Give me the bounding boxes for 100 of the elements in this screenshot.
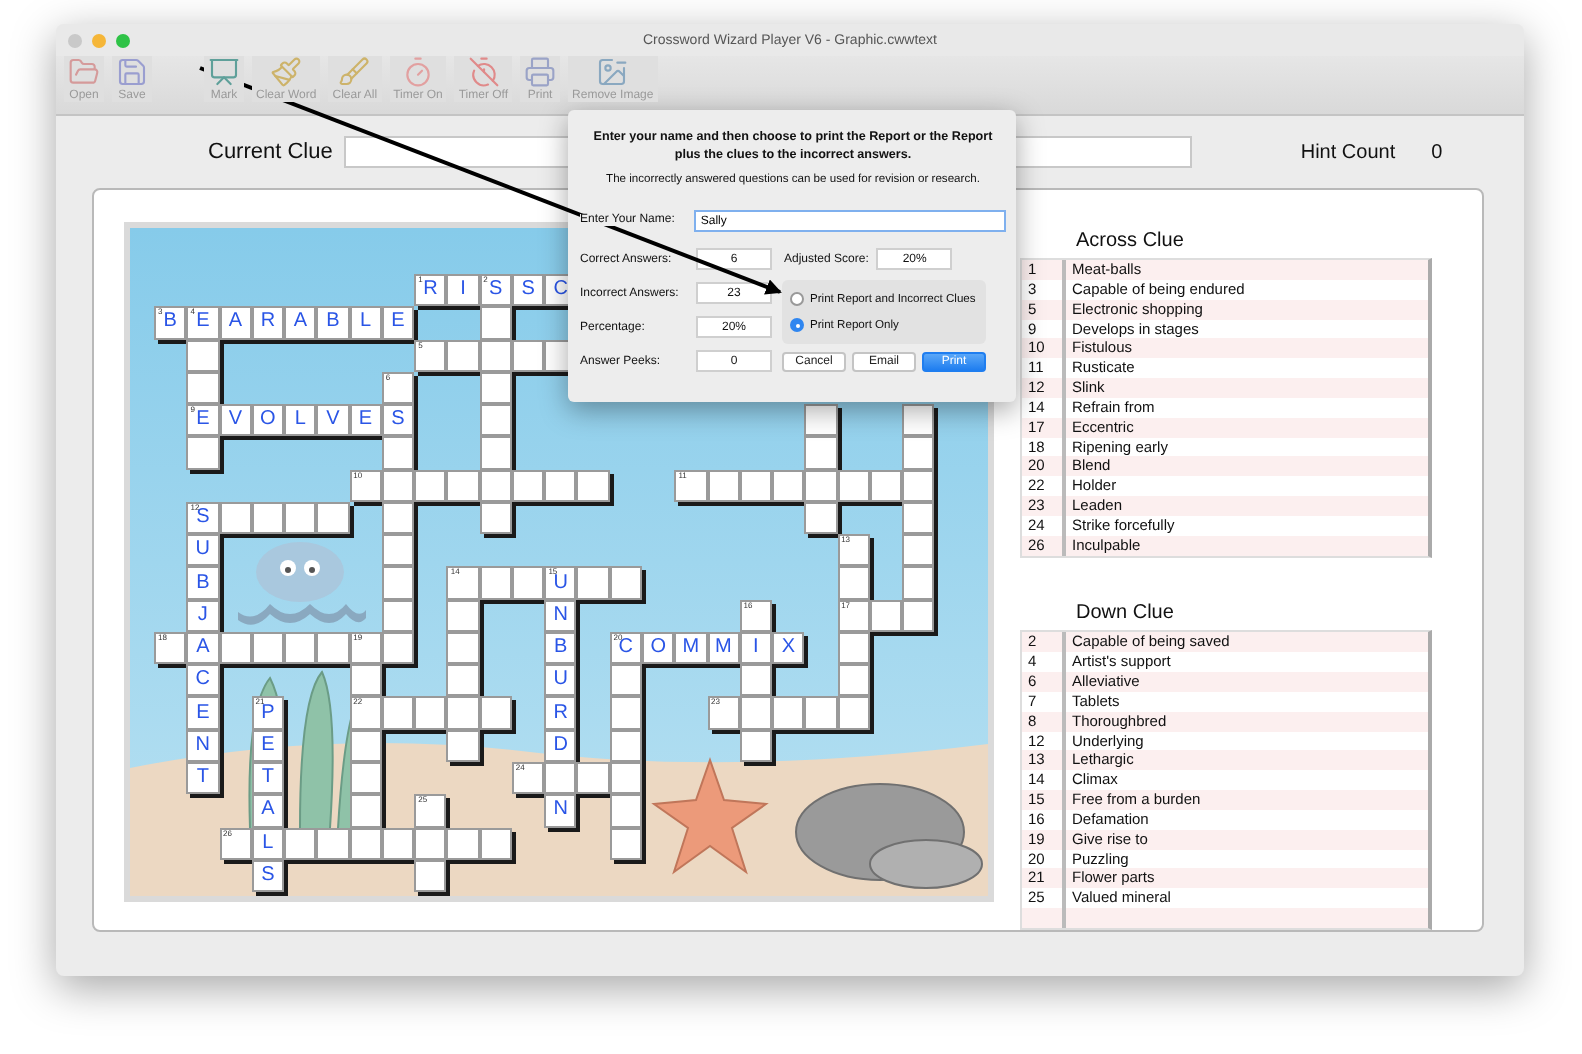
grid-cell[interactable] bbox=[544, 469, 577, 502]
grid-cell[interactable] bbox=[186, 436, 220, 470]
grid-cell[interactable] bbox=[446, 664, 480, 697]
grid-cell[interactable]: B bbox=[186, 566, 220, 600]
grid-cell[interactable] bbox=[804, 696, 838, 730]
grid-cell[interactable] bbox=[414, 696, 447, 730]
grid-cell[interactable] bbox=[284, 827, 317, 860]
grid-cell[interactable] bbox=[414, 469, 447, 502]
grid-cell[interactable] bbox=[837, 696, 870, 730]
grid-cell[interactable] bbox=[772, 469, 805, 502]
grid-cell[interactable] bbox=[446, 599, 480, 632]
grid-cell[interactable] bbox=[381, 436, 415, 470]
grid-cell[interactable] bbox=[479, 404, 512, 437]
radio-button[interactable] bbox=[790, 318, 804, 332]
grid-cell[interactable] bbox=[316, 501, 350, 535]
grid-cell[interactable] bbox=[576, 761, 610, 795]
grid-cell[interactable]: V bbox=[316, 404, 350, 437]
grid-cell[interactable] bbox=[479, 436, 512, 470]
grid-cell[interactable] bbox=[414, 827, 447, 860]
grid-cell[interactable] bbox=[479, 566, 512, 600]
grid-cell[interactable]: L bbox=[349, 306, 382, 340]
cell-letter: O bbox=[260, 410, 276, 431]
grid-cell[interactable] bbox=[902, 436, 935, 470]
grid-cell[interactable] bbox=[576, 469, 610, 502]
grid-cell[interactable] bbox=[609, 794, 642, 828]
grid-cell[interactable]: I bbox=[446, 274, 480, 307]
grid-cell[interactable] bbox=[609, 566, 642, 600]
grid-cell[interactable] bbox=[739, 696, 773, 730]
grid-cell[interactable]: E bbox=[381, 306, 415, 340]
grid-cell[interactable] bbox=[772, 696, 805, 730]
grid-cell[interactable]: X bbox=[772, 631, 805, 665]
grid-cell[interactable] bbox=[804, 501, 838, 535]
grid-cell[interactable] bbox=[902, 534, 935, 567]
grid-cell[interactable] bbox=[349, 794, 382, 828]
grid-cell[interactable]: E bbox=[349, 404, 382, 437]
grid-cell[interactable]: J bbox=[186, 599, 220, 632]
grid-cell[interactable] bbox=[511, 566, 545, 600]
grid-cell[interactable] bbox=[837, 566, 870, 600]
grid-cell[interactable]: S bbox=[381, 404, 415, 437]
grid-cell[interactable]: A bbox=[284, 306, 317, 340]
grid-cell[interactable] bbox=[414, 859, 447, 893]
grid-cell[interactable] bbox=[804, 404, 838, 437]
grid-cell[interactable]: C bbox=[186, 664, 220, 697]
grid-cell[interactable] bbox=[479, 306, 512, 340]
grid-cell[interactable] bbox=[544, 761, 577, 795]
grid-cell[interactable]: R bbox=[251, 306, 285, 340]
minimize-button[interactable] bbox=[92, 33, 106, 47]
cell-letter: J bbox=[197, 605, 208, 626]
grid-cell[interactable]: B bbox=[544, 631, 577, 665]
grid-cell[interactable]: A bbox=[251, 794, 285, 828]
grid-cell[interactable] bbox=[316, 631, 350, 665]
grid-cell[interactable] bbox=[446, 631, 480, 665]
grid-cell[interactable] bbox=[902, 501, 935, 535]
grid-cell[interactable] bbox=[381, 566, 415, 600]
grid-cell[interactable] bbox=[186, 371, 220, 405]
grid-cell[interactable] bbox=[446, 696, 480, 730]
grid-cell[interactable]: U bbox=[544, 664, 577, 697]
grid-cell[interactable]: N bbox=[544, 599, 577, 632]
grid-cell[interactable] bbox=[349, 664, 382, 697]
grid-cell[interactable] bbox=[186, 339, 220, 372]
grid-cell[interactable]: N bbox=[544, 794, 577, 828]
radio-button[interactable] bbox=[790, 292, 804, 306]
grid-cell[interactable] bbox=[446, 469, 480, 502]
grid-cell[interactable] bbox=[739, 664, 773, 697]
grid-cell[interactable] bbox=[902, 404, 935, 437]
grid-cell[interactable]: V bbox=[219, 404, 252, 437]
grid-cell[interactable] bbox=[837, 664, 870, 697]
grid-cell[interactable]: S bbox=[511, 274, 545, 307]
grid-cell[interactable] bbox=[446, 339, 480, 372]
zoom-button[interactable] bbox=[116, 33, 130, 47]
grid-cell[interactable]: A bbox=[186, 631, 220, 665]
grid-cell[interactable]: E bbox=[186, 696, 220, 730]
grid-cell[interactable] bbox=[479, 696, 512, 730]
grid-cell[interactable]: U bbox=[186, 534, 220, 567]
grid-cell[interactable]: O bbox=[251, 404, 285, 437]
grid-cell[interactable] bbox=[446, 729, 480, 762]
grid-cell[interactable]: A bbox=[219, 306, 252, 340]
grid-cell[interactable] bbox=[804, 436, 838, 470]
grid-cell[interactable] bbox=[284, 501, 317, 535]
grid-cell[interactable] bbox=[902, 469, 935, 502]
cell-letter: X bbox=[781, 638, 796, 659]
grid-cell[interactable] bbox=[902, 599, 935, 632]
grid-cell[interactable] bbox=[381, 534, 415, 567]
grid-cell[interactable] bbox=[804, 469, 838, 502]
grid-cell[interactable]: T bbox=[186, 761, 220, 795]
grid-cell[interactable]: D bbox=[544, 729, 577, 762]
cell-letter: E bbox=[196, 410, 210, 431]
grid-cell[interactable] bbox=[316, 827, 350, 860]
grid-cell[interactable] bbox=[284, 631, 317, 665]
grid-cell[interactable]: N bbox=[186, 729, 220, 762]
grid-cell[interactable] bbox=[381, 696, 415, 730]
grid-cell[interactable]: L bbox=[284, 404, 317, 437]
grid-cell[interactable] bbox=[446, 827, 480, 860]
grid-cell[interactable] bbox=[609, 664, 642, 697]
grid-cell[interactable]: B bbox=[316, 306, 350, 340]
grid-cell[interactable] bbox=[902, 566, 935, 600]
grid-cell[interactable]: M bbox=[674, 631, 708, 665]
grid-cell[interactable] bbox=[576, 566, 610, 600]
grid-cell[interactable]: R bbox=[544, 696, 577, 730]
grid-cell[interactable] bbox=[609, 696, 642, 730]
